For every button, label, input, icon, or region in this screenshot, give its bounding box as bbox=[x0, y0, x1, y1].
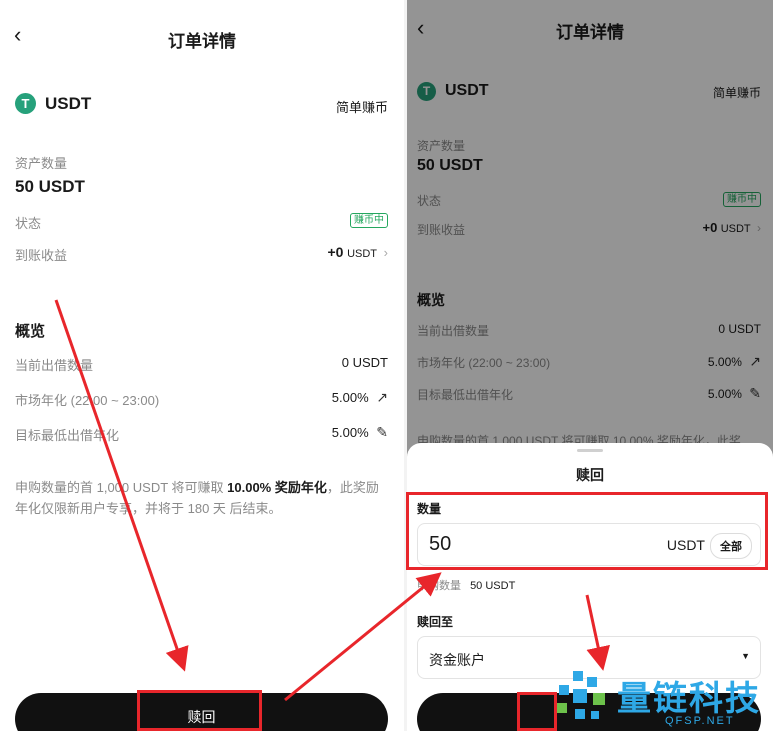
earnings-unit: USDT bbox=[347, 248, 378, 260]
lent-amount-value: 0 USDT bbox=[341, 355, 388, 370]
order-detail-screen: ‹ 订单详情 T USDT 简单赚币 资产数量 50 USDT 状态 赚币中 到… bbox=[0, 0, 404, 731]
target-apr-row: 5.00% ✎ bbox=[708, 385, 761, 402]
coin-symbol: USDT bbox=[45, 94, 92, 113]
reward-note-text: 申购数量的首 1,000 USDT 将可赚取 bbox=[15, 480, 228, 495]
asset-value: 50 USDT bbox=[417, 157, 483, 174]
quantity-value: 50 bbox=[429, 533, 452, 555]
lent-amount-label: 当前出借数量 bbox=[15, 358, 94, 373]
trend-chart-icon[interactable]: ↗ bbox=[749, 353, 761, 369]
product-type: 简单赚币 bbox=[712, 86, 761, 100]
overview-title: 概览 bbox=[15, 323, 46, 340]
watermark-name: 量链科技 bbox=[617, 680, 761, 718]
earnings-value[interactable]: +0 USDT › bbox=[327, 244, 388, 260]
sheet-drag-handle[interactable] bbox=[577, 449, 603, 452]
product-type: 简单赚币 bbox=[335, 100, 388, 115]
edit-icon[interactable]: ✎ bbox=[376, 424, 388, 440]
lent-amount-value: 0 USDT bbox=[718, 322, 761, 336]
earnings-unit: USDT bbox=[720, 223, 751, 235]
subscribed-row: 申购数量 50 USDT bbox=[417, 577, 515, 593]
redeem-to-label: 赎回至 bbox=[417, 615, 454, 629]
chevron-right-icon: › bbox=[383, 245, 388, 260]
status-label: 状态 bbox=[417, 194, 442, 208]
sheet-title: 赎回 bbox=[576, 467, 604, 483]
asset-value: 50 USDT bbox=[15, 177, 85, 196]
quantity-label: 数量 bbox=[417, 502, 442, 516]
status-label: 状态 bbox=[15, 216, 42, 231]
market-apr-row: 5.00% ↗ bbox=[708, 353, 761, 370]
watermark: 量链科技 QFSP.NET bbox=[553, 665, 773, 731]
coin-symbol: USDT bbox=[445, 82, 489, 99]
account-value: 资金账户 bbox=[429, 652, 485, 668]
asset-label: 资产数量 bbox=[15, 156, 68, 171]
market-apr-label: 市场年化 (22:00 ~ 23:00) bbox=[15, 393, 160, 408]
reward-note-highlight: 10.00% 奖励年化 bbox=[227, 480, 327, 495]
subscribed-value: 50 USDT bbox=[470, 580, 516, 592]
status-badge: 赚币中 bbox=[350, 213, 388, 228]
watermark-logo-icon bbox=[557, 671, 605, 719]
all-button[interactable]: 全部 bbox=[710, 533, 752, 559]
redeem-sheet-screen: ‹ 订单详情 T USDT 简单赚币 资产数量 50 USDT 状态 赚币中 到… bbox=[407, 0, 773, 731]
trend-chart-icon[interactable]: ↗ bbox=[376, 389, 388, 405]
market-apr-label: 市场年化 (22:00 ~ 23:00) bbox=[417, 356, 551, 370]
target-apr-value: 5.00% bbox=[331, 425, 369, 440]
earnings-label: 到账收益 bbox=[15, 248, 68, 263]
dropdown-caret-icon: ▼ bbox=[741, 651, 750, 661]
watermark-domain: QFSP.NET bbox=[665, 715, 735, 727]
earnings-value[interactable]: +0 USDT › bbox=[703, 220, 761, 235]
target-apr-label: 目标最低出借年化 bbox=[417, 388, 514, 402]
quantity-unit: USDT bbox=[666, 537, 705, 553]
subscribed-label: 申购数量 bbox=[417, 580, 461, 592]
target-apr-label: 目标最低出借年化 bbox=[15, 428, 120, 443]
target-apr-row: 5.00% ✎ bbox=[332, 424, 388, 441]
chevron-right-icon: › bbox=[757, 221, 761, 235]
earnings-amount: +0 bbox=[327, 244, 344, 260]
redeem-button-label: 赎回 bbox=[187, 709, 216, 725]
lent-amount-label: 当前出借数量 bbox=[417, 324, 490, 338]
usdt-coin-icon: T bbox=[15, 93, 36, 114]
earnings-amount: +0 bbox=[702, 220, 718, 235]
usdt-coin-icon: T bbox=[417, 82, 436, 101]
target-apr-value: 5.00% bbox=[707, 387, 742, 401]
page-title: 订单详情 bbox=[168, 32, 236, 51]
market-apr-row: 5.00% ↗ bbox=[332, 389, 388, 406]
edit-icon[interactable]: ✎ bbox=[749, 385, 761, 401]
market-apr-value: 5.00% bbox=[707, 355, 742, 369]
overview-title: 概览 bbox=[417, 292, 445, 308]
reward-note: 申购数量的首 1,000 USDT 将可赚取 10.00% 奖励年化，此奖励年化… bbox=[15, 477, 385, 519]
earnings-label: 到账收益 bbox=[417, 223, 466, 237]
market-apr-value: 5.00% bbox=[331, 390, 369, 405]
page-title: 订单详情 bbox=[556, 23, 624, 42]
redeem-button[interactable]: 赎回 bbox=[15, 693, 388, 731]
status-badge: 赚币中 bbox=[723, 192, 761, 207]
asset-label: 资产数量 bbox=[417, 139, 466, 153]
quantity-input[interactable]: 50 USDT 全部 bbox=[417, 523, 761, 566]
